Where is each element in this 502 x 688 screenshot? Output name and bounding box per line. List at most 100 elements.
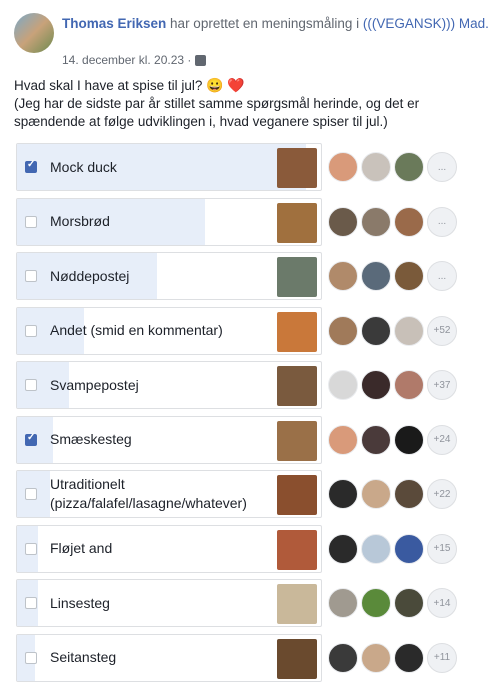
poll-option-photo[interactable] [277,257,317,297]
poll-option[interactable]: Smæskesteg +24 [16,415,496,464]
poll-option-checkbox[interactable] [25,597,37,609]
voter-avatar[interactable] [394,479,424,509]
question-text: Hvad skal I have at spise til jul? [14,78,207,93]
post-action: har oprettet en meningsmåling i [166,16,363,31]
post-timestamp[interactable]: 14. december kl. 20.23 · [62,53,191,67]
poll-option-photo[interactable] [277,202,317,243]
voter-avatar[interactable] [394,424,424,455]
voter-avatar[interactable] [328,642,358,673]
voter-avatar[interactable] [361,206,391,237]
poll-option-photo[interactable] [277,529,317,570]
poll-option[interactable]: Seitansteg +11 [16,633,496,682]
poll-option-box[interactable]: Seitansteg [16,633,322,682]
voter-avatar[interactable] [328,206,358,237]
more-voters-button[interactable]: ... [427,261,457,291]
audience-icon[interactable] [195,54,207,66]
poll-option[interactable]: Linsesteg +14 [16,579,496,627]
poll-option-box[interactable]: Andet (smid en kommentar) [16,306,322,355]
voter-avatar[interactable] [394,642,424,673]
poll-option-photo[interactable] [277,584,317,624]
more-voters-button[interactable]: +14 [427,588,457,618]
voter-avatars: +22 [328,479,457,509]
voter-avatar[interactable] [328,533,358,564]
voter-avatar[interactable] [361,642,391,673]
poll-option-box[interactable]: Morsbrød [16,197,322,246]
voter-avatar[interactable] [328,315,358,346]
voter-avatars: ... [328,152,457,182]
voter-avatar[interactable] [394,533,424,564]
poll-option-checkbox[interactable] [25,432,37,446]
poll-option-label: Linsesteg [50,594,110,611]
poll-option-box[interactable]: Svampepostej [16,361,322,409]
question-line: Hvad skal I have at spise til jul? 😀 ❤️ [14,76,494,95]
voter-avatar[interactable] [394,315,424,346]
poll-option-label: Nøddepostej [50,267,130,284]
voter-avatar[interactable] [328,152,358,182]
poll-option-photo[interactable] [277,475,317,515]
author-name[interactable]: Thomas Eriksen [62,16,166,31]
poll-option[interactable]: Mock duck... [16,143,496,191]
voter-avatar[interactable] [394,261,424,291]
more-voters-button[interactable]: ... [427,206,457,237]
poll-option-box[interactable]: Mock duck [16,143,322,191]
voter-avatar[interactable] [394,588,424,618]
poll-option-checkbox[interactable] [25,488,37,500]
poll-option-checkbox[interactable] [25,324,37,337]
post-body: Hvad skal I have at spise til jul? 😀 ❤️ … [14,76,494,131]
voter-avatar[interactable] [328,588,358,618]
poll-option-label: Fløjet and [50,540,113,556]
poll-option-photo[interactable] [277,148,317,188]
more-voters-button[interactable]: +11 [427,642,457,673]
poll-option-checkbox[interactable] [25,379,37,391]
poll-option-photo[interactable] [277,420,317,461]
group-name[interactable]: (((VEGANSK))) Mad. [363,16,489,31]
poll-option[interactable]: Nøddepostej... [16,252,496,300]
poll-option-checkbox[interactable] [25,651,37,664]
poll-option-box[interactable]: Nøddepostej [16,252,322,300]
more-voters-button[interactable]: +24 [427,424,457,455]
voter-avatar[interactable] [361,261,391,291]
voter-avatar[interactable] [328,370,358,400]
voter-avatar[interactable] [361,152,391,182]
poll-option[interactable]: Utraditionelt (pizza/falafel/lasagne/wha… [16,470,496,518]
poll-option-box[interactable]: Utraditionelt (pizza/falafel/lasagne/wha… [16,470,322,518]
more-voters-button[interactable]: +15 [427,533,457,564]
poll-option[interactable]: Andet (smid en kommentar) +52 [16,306,496,355]
more-voters-button[interactable]: ... [427,152,457,182]
voter-avatar[interactable] [361,533,391,564]
poll-option[interactable]: Morsbrød... [16,197,496,246]
voter-avatar[interactable] [328,479,358,509]
poll-option-box[interactable]: Linsesteg [16,579,322,627]
voter-avatar[interactable] [328,424,358,455]
voter-avatars: ... [328,206,457,237]
poll-option-checkbox[interactable] [25,159,37,173]
voter-avatar[interactable] [328,261,358,291]
voter-avatars: +52 [328,315,457,346]
author-avatar[interactable] [14,13,54,53]
poll-option-box[interactable]: Fløjet and [16,524,322,573]
poll-option-photo[interactable] [277,311,317,352]
more-voters-button[interactable]: +52 [427,315,457,346]
poll-option-checkbox[interactable] [25,270,37,282]
more-voters-button[interactable]: +37 [427,370,457,400]
voter-avatar[interactable] [361,588,391,618]
voter-avatar[interactable] [394,206,424,237]
voter-avatar[interactable] [361,424,391,455]
poll-option-checkbox[interactable] [25,215,37,228]
poll-option[interactable]: Fløjet and +15 [16,524,496,573]
voter-avatar[interactable] [361,315,391,346]
poll-option-checkbox[interactable] [25,542,37,555]
poll-option[interactable]: Svampepostej +37 [16,361,496,409]
poll-option-photo[interactable] [277,638,317,679]
voter-avatar[interactable] [394,370,424,400]
more-voters-button[interactable]: +22 [427,479,457,509]
voter-avatar[interactable] [394,152,424,182]
poll-option-label: Mock duck [50,158,117,175]
poll-option-label: Utraditionelt (pizza/falafel/lasagne/wha… [50,476,247,511]
voter-avatar[interactable] [361,479,391,509]
voter-avatar[interactable] [361,370,391,400]
grinning-emoji-icon: 😀 [206,77,224,93]
poll-option-photo[interactable] [277,366,317,406]
poll-option-box[interactable]: Smæskesteg [16,415,322,464]
poll-option-label: Smæskesteg [50,431,132,447]
